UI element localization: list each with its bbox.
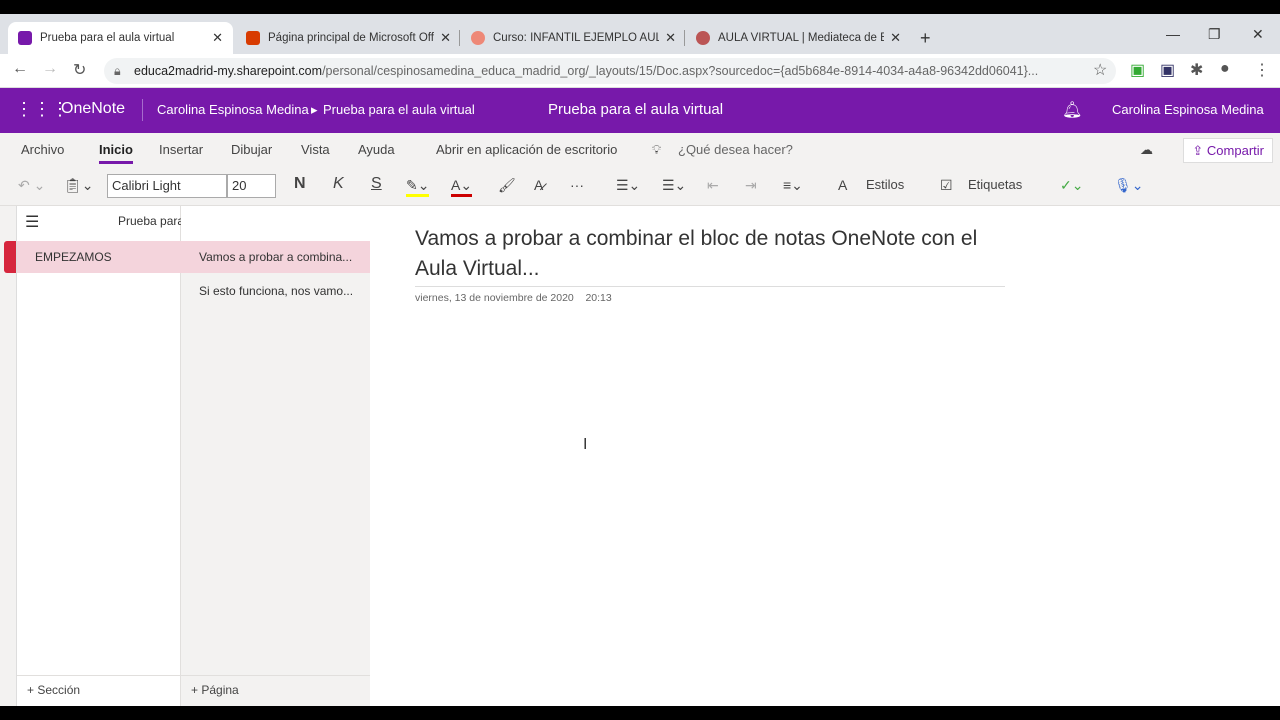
back-icon[interactable]: ← [12, 60, 28, 78]
section-item[interactable]: EMPEZAMOS [17, 241, 182, 273]
tab-inicio[interactable]: Inicio [99, 142, 133, 164]
new-tab-button[interactable]: + [920, 28, 931, 49]
forward-icon[interactable]: → [42, 60, 58, 78]
browser-tab[interactable]: AULA VIRTUAL | Mediateca de Educamadrid✕ [686, 22, 911, 54]
section-color-tab [4, 241, 16, 273]
tags-button[interactable]: Etiquetas [968, 177, 1022, 192]
page-date: viernes, 13 de noviembre de 2020 20:13 [415, 292, 612, 304]
page-list: Vamos a probar a combina... Si esto func… [181, 241, 370, 706]
bell-icon[interactable]: 🔔︎ [1062, 100, 1082, 120]
extension-icon[interactable]: ▣ [1160, 60, 1175, 80]
clear-format-icon[interactable]: A̷ [534, 177, 543, 193]
browser-tab[interactable]: Página principal de Microsoft Office ✕ [236, 22, 461, 54]
minimize-icon[interactable]: — [1166, 26, 1180, 42]
restore-icon[interactable]: ❐ [1208, 26, 1221, 43]
numbering-icon[interactable]: ☰⌄ [662, 177, 686, 194]
styles-button[interactable]: Estilos [866, 177, 904, 192]
font-select[interactable]: Calibri Light [107, 174, 227, 198]
app-header: ⋮⋮⋮ OneNote Carolina Espinosa Medina ▸ P… [0, 88, 1280, 133]
menu-icon[interactable]: ⋮ [1254, 60, 1270, 80]
address-bar-row: ← → ↻ 🔒︎ educa2madrid-my.sharepoint.com/p… [0, 54, 1280, 88]
styles-icon: A [838, 177, 848, 193]
site-icon [471, 31, 485, 45]
page-item[interactable]: Si esto funciona, nos vamo... [181, 275, 370, 307]
format-painter-icon[interactable]: 🖌︎ [498, 177, 516, 194]
workspace: ☰ EMPEZAMOS + Sección Prueba para el aul… [0, 206, 1280, 706]
puzzle-icon[interactable]: ✱ [1190, 60, 1203, 80]
office-icon [246, 31, 260, 45]
extension-icon[interactable]: ▣ [1130, 60, 1145, 80]
close-icon[interactable]: ✕ [665, 30, 676, 46]
section-list: ☰ EMPEZAMOS + Sección [16, 206, 182, 706]
indent-icon[interactable]: ⇥ [745, 177, 757, 194]
profile-icon[interactable]: ● [1220, 60, 1230, 78]
tab-ayuda[interactable]: Ayuda [358, 142, 395, 157]
add-page-button[interactable]: + Página [181, 675, 370, 706]
page-title[interactable]: Vamos a probar a combinar el bloc de not… [415, 224, 1005, 287]
clipboard-icon[interactable]: 📋︎⌄ [64, 177, 94, 194]
highlight-icon[interactable]: ✎⌄ [406, 177, 430, 197]
document-title: Prueba para el aula virtual [548, 101, 724, 118]
share-button[interactable]: ⇪ Compartir [1183, 138, 1273, 163]
ribbon: Archivo Inicio Insertar Dibujar Vista Ay… [0, 133, 1280, 206]
close-icon[interactable]: ✕ [440, 30, 451, 46]
lightbulb-icon: 💡︎ [652, 142, 662, 157]
close-icon[interactable]: ✕ [212, 30, 223, 46]
align-icon[interactable]: ≡⌄ [783, 177, 803, 194]
lock-icon: 🔒︎ [114, 64, 121, 78]
spelling-icon[interactable]: ✓⌄ [1060, 177, 1083, 194]
tab-vista[interactable]: Vista [301, 142, 330, 157]
dictate-icon[interactable]: 🎙︎⌄ [1114, 177, 1144, 194]
browser-tab[interactable]: Curso: INFANTIL EJEMPLO AULA ✕ [461, 22, 686, 54]
tab-dibujar[interactable]: Dibujar [231, 142, 272, 157]
text-cursor-icon: I [583, 436, 588, 453]
italic-button[interactable]: K [333, 175, 344, 193]
add-section-button[interactable]: + Sección [17, 675, 181, 706]
tags-icon: ☑ [940, 177, 953, 193]
undo-icon[interactable]: ↶ ⌄ [18, 177, 45, 194]
underline-button[interactable]: S [371, 175, 382, 193]
star-icon[interactable]: ☆ [1093, 60, 1107, 80]
close-icon[interactable]: ✕ [890, 30, 901, 46]
reload-icon[interactable]: ↻ [73, 60, 86, 80]
font-size-select[interactable]: 20 [227, 174, 276, 198]
more-button[interactable]: ··· [570, 177, 584, 193]
close-window-icon[interactable]: ✕ [1252, 26, 1264, 43]
url-input[interactable]: 🔒︎ educa2madrid-my.sharepoint.com/persona… [104, 58, 1116, 84]
tab-archivo[interactable]: Archivo [21, 142, 64, 157]
font-color-icon[interactable]: A⌄ [451, 177, 473, 197]
breadcrumb-notebook[interactable]: Prueba para el aula virtual [323, 102, 475, 117]
app-name[interactable]: OneNote [61, 100, 125, 118]
hamburger-icon[interactable]: ☰ [25, 212, 39, 232]
bold-button[interactable]: N [294, 175, 306, 193]
outdent-icon[interactable]: ⇤ [707, 177, 719, 194]
browser-tab[interactable]: Prueba para el aula virtual ✕ [8, 22, 233, 54]
open-desktop-button[interactable]: Abrir en aplicación de escritorio [436, 142, 617, 157]
onenote-icon [18, 31, 32, 45]
bullets-icon[interactable]: ☰⌄ [616, 177, 640, 194]
sync-icon[interactable]: ☁ [1140, 142, 1153, 158]
tab-insertar[interactable]: Insertar [159, 142, 203, 157]
breadcrumb-user[interactable]: Carolina Espinosa Medina [157, 102, 309, 117]
tell-me-input[interactable]: ¿Qué desea hacer? [678, 142, 793, 157]
page-item[interactable]: Vamos a probar a combina... [181, 241, 370, 273]
site-icon [696, 31, 710, 45]
user-name[interactable]: Carolina Espinosa Medina [1112, 102, 1264, 117]
share-icon: ⇪ [1192, 143, 1207, 158]
browser-tab-bar: Prueba para el aula virtual ✕ Página prin… [0, 14, 1280, 54]
